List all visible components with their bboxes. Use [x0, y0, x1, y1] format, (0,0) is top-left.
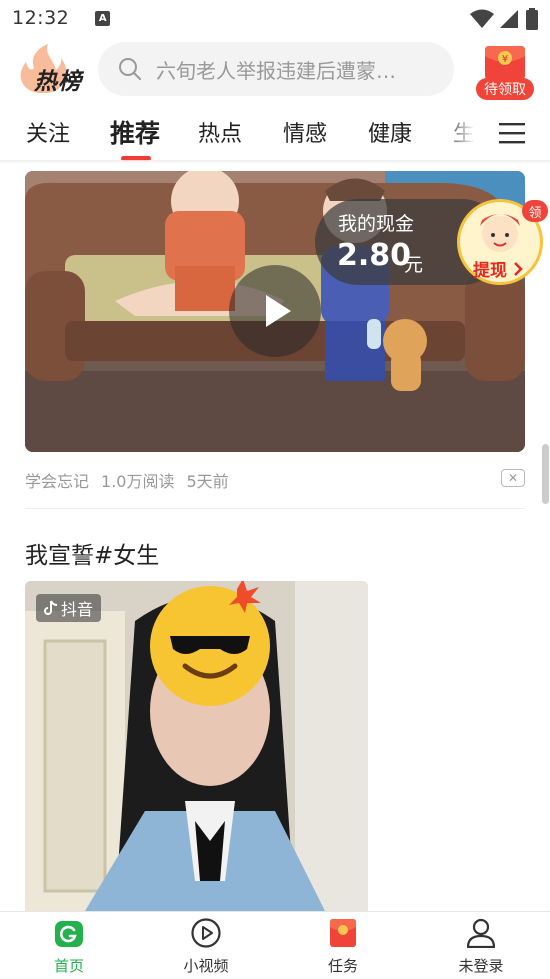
battery-icon [526, 8, 538, 30]
dislike-close-icon[interactable]: ✕ [501, 469, 525, 487]
video-meta: 学会忘记 1.0万阅读 5天前 [25, 468, 229, 492]
cash-amount: 2.80 [337, 238, 412, 273]
selfie-photo-image [25, 581, 368, 911]
cash-unit: 元 [404, 254, 424, 276]
menu-icon[interactable] [499, 122, 525, 144]
tab-fade [440, 104, 490, 162]
video-source[interactable]: 学会忘记 [25, 468, 89, 492]
post-image[interactable] [25, 581, 368, 911]
status-bar: 12:32 A [0, 0, 550, 36]
task-redpacket-icon [330, 919, 356, 947]
tab-hot[interactable]: 热点 [198, 116, 242, 148]
douyin-badge: 抖音 [36, 594, 102, 622]
tab-health[interactable]: 健康 [368, 116, 412, 148]
nav-account-label: 未登录 [458, 957, 504, 975]
scrollbar[interactable] [542, 444, 549, 504]
nav-short-video[interactable]: 小视频 [151, 912, 261, 979]
douyin-note-icon [44, 600, 58, 615]
feed-divider [25, 508, 525, 509]
video-time: 5天前 [186, 472, 229, 491]
redpacket-button[interactable]: ¥ 待领取 [476, 42, 534, 100]
redpacket-label: 待领取 [476, 78, 534, 100]
search-placeholder: 六旬老人举报违建后遭蒙… [156, 58, 396, 83]
signal-icon [500, 10, 518, 28]
hot-list-logo[interactable]: 热榜 [16, 44, 84, 95]
douyin-label: 抖音 [61, 600, 94, 619]
video-reads: 1.0万阅读 [101, 472, 175, 491]
tab-emotion[interactable]: 情感 [283, 116, 327, 148]
play-icon [266, 295, 291, 327]
tab-following[interactable]: 关注 [26, 116, 70, 148]
home-icon [55, 921, 83, 947]
user-icon [466, 918, 496, 948]
status-indicators [470, 8, 538, 30]
nav-account[interactable]: 未登录 [426, 912, 536, 979]
withdraw-label[interactable]: 提现 [473, 256, 507, 281]
bottom-navigation: 首页 小视频 任务 未登录 [0, 911, 550, 979]
tab-recommended[interactable]: 推荐 [110, 114, 160, 150]
wifi-icon [470, 9, 494, 28]
play-circle-icon [191, 918, 221, 948]
play-button[interactable] [229, 265, 321, 357]
notification-a-icon: A [95, 10, 111, 26]
header: 热榜 六旬老人举报违建后遭蒙… ¥ 待领取 [0, 38, 550, 100]
nav-tasks-label: 任务 [327, 957, 358, 975]
tabs-shadow [0, 160, 550, 164]
nav-short-video-label: 小视频 [183, 957, 229, 975]
chevron-right-icon [514, 262, 523, 276]
nav-home[interactable]: 首页 [14, 912, 124, 979]
post-title[interactable]: 我宣誓#女生 [25, 536, 159, 570]
search-box[interactable]: 六旬老人举报违建后遭蒙… [98, 42, 454, 96]
category-tabs: 关注 推荐 热点 情感 健康 生 [0, 104, 550, 162]
logo-text: 热榜 [34, 69, 82, 95]
nav-home-label: 首页 [53, 957, 84, 975]
redpacket-icon: ¥ [485, 46, 525, 80]
cash-title: 我的现金 [338, 213, 415, 235]
svg-text:¥: ¥ [502, 54, 508, 65]
claim-badge[interactable]: 领 [522, 200, 548, 222]
nav-tasks[interactable]: 任务 [288, 912, 398, 979]
status-time: 12:32 [12, 7, 70, 29]
search-icon [119, 58, 141, 80]
